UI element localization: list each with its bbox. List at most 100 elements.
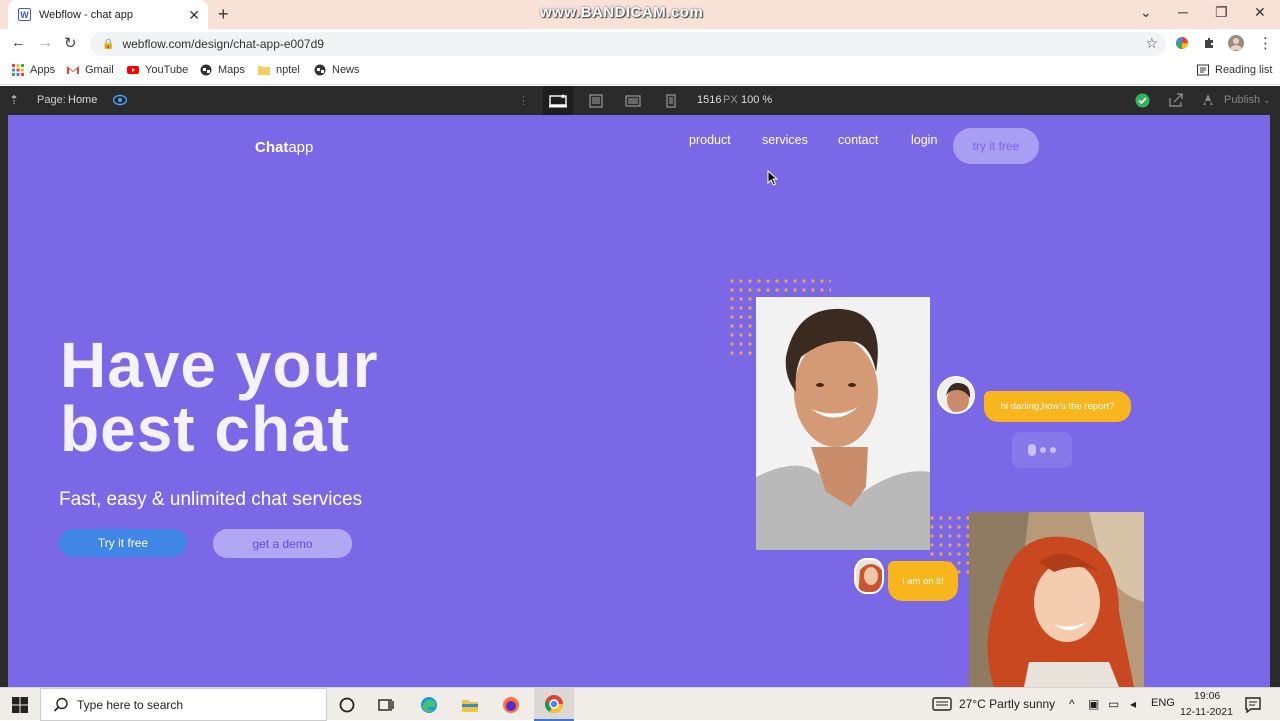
bookmark-star-icon[interactable]: ☆ [1145, 35, 1158, 52]
clock-date[interactable]: 12-11-2021 [1180, 706, 1233, 718]
weather-icon[interactable] [932, 696, 952, 712]
folder-icon [258, 66, 270, 75]
new-tab-button[interactable]: + [218, 4, 229, 25]
browser-menu-icon[interactable]: ⋮ [1258, 34, 1273, 52]
export-code-icon[interactable] [1168, 93, 1184, 107]
rocket-icon [1203, 94, 1213, 105]
windows-start-icon[interactable] [10, 695, 30, 715]
task-view-icon[interactable] [376, 695, 396, 715]
desktop-breakpoint-icon[interactable] [543, 86, 573, 115]
url-field[interactable]: 🔒 webflow.com/design/chat-app-e007d9 ☆ [90, 32, 1166, 56]
watermark: www.BANDICAM.com [540, 4, 704, 21]
reading-list-button[interactable]: Reading list [1197, 64, 1272, 76]
chat-bubble-reply: i am on it! [888, 561, 958, 601]
woman-photo [969, 512, 1144, 687]
minimize-button[interactable]: ─ [1178, 4, 1188, 20]
nav-link-contact[interactable]: contact [838, 133, 878, 147]
bookmark-nptel[interactable]: nptel [258, 64, 300, 76]
bookmark-label: Maps [218, 64, 245, 76]
extensions-puzzle-icon[interactable] [1202, 36, 1216, 50]
extension-color-icon[interactable] [1175, 36, 1189, 50]
gmail-icon [67, 66, 79, 74]
typing-indicator [1012, 432, 1072, 468]
canvas-width-unit: PX [723, 94, 738, 106]
network-icon[interactable]: ▣ [1088, 697, 1099, 711]
get-a-demo-button[interactable]: get a demo [213, 529, 352, 558]
windows-taskbar: Type here to search 27°C Partly sunny ^ … [0, 687, 1280, 721]
logo-bold-text: Chat [255, 139, 289, 156]
page-label: Page: [37, 94, 66, 106]
address-bar-row: ← → ↻ 🔒 webflow.com/design/chat-app-e007… [0, 29, 1280, 59]
tablet-breakpoint-icon[interactable] [581, 86, 611, 115]
url-text: webflow.com/design/chat-app-e007d9 [122, 37, 324, 51]
webflow-toolbar: ⇡ Page: Home ⋮ 1516 PX 100 % Publish ⌄ [0, 86, 1280, 115]
reading-list-icon [1197, 64, 1209, 76]
close-window-button[interactable]: ✕ [1254, 4, 1266, 21]
profile-avatar-icon[interactable] [1228, 35, 1244, 51]
reading-list-label: Reading list [1215, 64, 1273, 76]
mobile-portrait-breakpoint-icon[interactable] [656, 86, 686, 115]
weather-text[interactable]: 27°C Partly sunny [959, 697, 1055, 711]
upload-icon[interactable]: ⇡ [9, 93, 19, 107]
canvas-width-value[interactable]: 1516 [697, 94, 721, 106]
file-explorer-icon[interactable] [460, 695, 480, 715]
back-arrow-icon[interactable]: ← [11, 34, 26, 51]
bookmark-label: Apps [30, 64, 56, 76]
site-preview[interactable]: Chatapp product services contact login t… [8, 115, 1270, 687]
language-indicator[interactable]: ENG [1151, 697, 1175, 709]
publish-status-check-icon [1135, 93, 1150, 108]
volume-icon[interactable]: ◂ [1130, 697, 1136, 711]
nav-link-login[interactable]: login [911, 133, 937, 147]
zoom-level: 100 % [741, 94, 773, 106]
bookmark-label: YouTube [145, 64, 189, 76]
clock-time[interactable]: 19:06 [1194, 690, 1220, 702]
youtube-icon [127, 66, 139, 74]
try-it-free-button[interactable]: Try it free [59, 529, 187, 557]
restore-button[interactable]: ❐ [1215, 4, 1228, 21]
bookmark-maps[interactable]: Maps [200, 64, 245, 76]
man-avatar [937, 376, 975, 414]
edge-browser-icon[interactable] [419, 695, 439, 715]
chrome-taskbar-button[interactable] [534, 688, 574, 721]
tab-search-dropdown-icon[interactable]: ⌄ [1140, 4, 1152, 21]
bookmark-youtube[interactable]: YouTube [127, 64, 188, 76]
search-placeholder: Type here to search [77, 697, 184, 712]
bookmark-label: nptel [276, 64, 300, 76]
browser-title-bar: W Webflow - chat app ✕ + www.BANDICAM.co… [0, 0, 1280, 29]
more-options-icon[interactable]: ⋮ [518, 94, 529, 107]
chrome-icon [544, 694, 563, 713]
designer-canvas: Chatapp product services contact login t… [0, 115, 1280, 687]
preview-eye-icon[interactable] [113, 94, 127, 106]
browser-tab[interactable]: W Webflow - chat app ✕ [8, 0, 208, 29]
mobile-landscape-breakpoint-icon[interactable] [618, 86, 648, 115]
cortana-icon[interactable] [337, 695, 357, 715]
forward-arrow-icon[interactable]: → [38, 34, 53, 51]
bookmark-apps[interactable]: Apps [12, 64, 55, 76]
nav-link-services[interactable]: services [762, 133, 808, 147]
notifications-icon[interactable] [1243, 695, 1263, 715]
tab-close-icon[interactable]: ✕ [188, 7, 200, 24]
chevron-up-icon[interactable]: ^ [1069, 697, 1075, 711]
chevron-down-icon[interactable]: ⌄ [1263, 95, 1271, 106]
reload-icon[interactable]: ↻ [64, 34, 77, 52]
taskbar-search-input[interactable]: Type here to search [40, 688, 327, 721]
woman-avatar [854, 558, 884, 594]
hero-title-line: best chat [60, 393, 350, 465]
site-logo[interactable]: Chatapp [255, 139, 313, 156]
logo-light-text: app [288, 139, 314, 156]
nav-try-free-button[interactable]: try it free [953, 128, 1039, 164]
battery-icon[interactable]: ▭ [1108, 697, 1119, 711]
tab-title: Webflow - chat app [39, 8, 133, 21]
page-selector[interactable]: Home [68, 94, 97, 106]
bookmarks-bar: Apps Gmail YouTube Maps nptel News Readi… [0, 59, 1280, 85]
hero-title: Have your best chat [60, 333, 560, 461]
nav-link-product[interactable]: product [689, 133, 731, 147]
apps-grid-icon [12, 64, 24, 76]
hero-title-line: Have your [60, 329, 379, 401]
search-icon [53, 697, 68, 712]
bookmark-news[interactable]: News [314, 64, 360, 76]
firefox-icon[interactable] [501, 695, 521, 715]
bookmark-gmail[interactable]: Gmail [67, 64, 114, 76]
publish-button[interactable]: Publish [1224, 94, 1260, 106]
chat-bubble-incoming: hi darling,how's the report? [984, 391, 1131, 422]
